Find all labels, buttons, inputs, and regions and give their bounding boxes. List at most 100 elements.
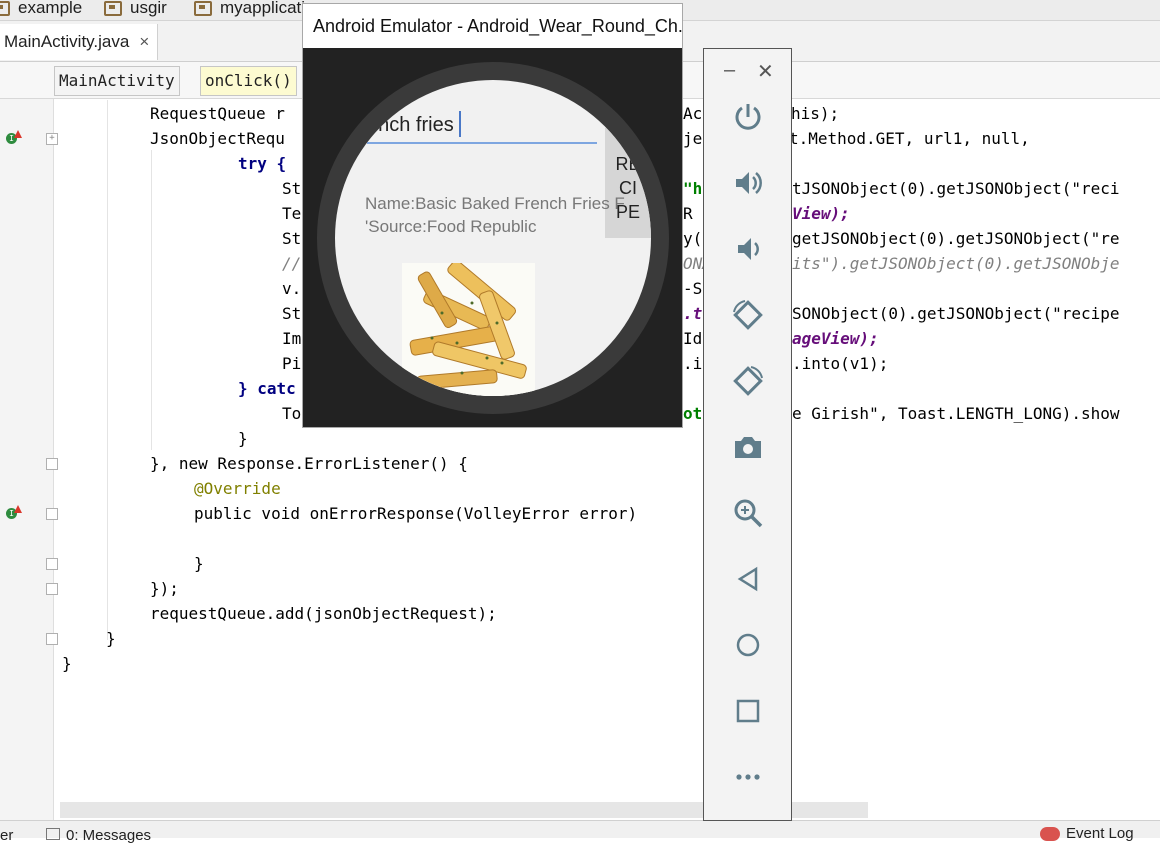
fold-marker-icon[interactable] — [46, 458, 58, 470]
more-icon — [736, 774, 760, 780]
code-line[interactable]: St — [282, 176, 301, 201]
recipe-source-text: 'Source:Food Republic — [365, 217, 537, 236]
more-button[interactable] — [728, 757, 768, 797]
code-line[interactable]: v. — [282, 276, 301, 301]
code-line[interactable]: To — [282, 401, 301, 426]
breadcrumb-item-example[interactable]: example — [0, 0, 82, 19]
indent-guide — [151, 150, 152, 450]
code-fragment: Id — [683, 329, 703, 348]
tab-mainactivity[interactable]: MainActivity.java × — [0, 24, 159, 60]
code-line[interactable]: Pi — [282, 351, 301, 376]
recipe-search-input[interactable] — [367, 108, 597, 144]
fold-expand-icon[interactable]: + — [46, 133, 58, 145]
french-fries-image — [402, 263, 535, 396]
code-fragment: View); — [792, 204, 850, 223]
code-line[interactable]: Im — [282, 326, 301, 351]
code-fragment: R — [683, 204, 693, 223]
rotate-right-icon — [733, 366, 763, 396]
volume-down-icon — [738, 238, 759, 260]
code-line[interactable]: } — [62, 651, 72, 676]
emulator-title[interactable]: Android Emulator - Android_Wear_Round_Ch… — [303, 4, 682, 48]
button-label-line: T — [622, 130, 634, 150]
messages-label: 0: Messages — [66, 827, 152, 844]
override-arrow-icon — [14, 505, 22, 513]
structure-method-chip[interactable]: onClick() — [200, 66, 297, 96]
button-label-line: RE — [615, 154, 641, 174]
breadcrumb-label: example — [18, 0, 83, 17]
close-icon[interactable]: × — [139, 32, 149, 52]
code-line[interactable]: } — [238, 426, 248, 451]
home-button[interactable] — [728, 625, 768, 665]
camera-icon — [735, 437, 761, 458]
structure-class-chip[interactable]: MainActivity — [54, 66, 180, 96]
breadcrumb-item-myapplication[interactable]: myapplicati... — [194, 0, 319, 19]
code-fragment: SONObject(0).getJSONObject("recipe — [792, 304, 1120, 323]
screenshot-button[interactable] — [728, 427, 768, 467]
back-button[interactable] — [728, 559, 768, 599]
fold-marker-icon[interactable] — [46, 508, 58, 520]
code-line[interactable]: RequestQueue r — [150, 101, 285, 126]
indent-guide — [107, 100, 108, 640]
recipe-result: Name:Basic Baked French Fries F 'Source:… — [365, 192, 635, 238]
zoom-icon — [734, 499, 763, 528]
event-log-button[interactable]: Event Log — [1040, 825, 1134, 842]
status-bar: er 0: Messages Event Log — [0, 820, 1160, 844]
volume-up-icon — [736, 172, 762, 194]
back-icon — [737, 566, 758, 592]
rotate-left-icon — [733, 300, 763, 330]
emulator-control-panel: – ✕ — [703, 48, 792, 821]
home-icon — [736, 633, 760, 657]
code-line[interactable]: St — [282, 301, 301, 326]
code-line[interactable]: public void onErrorResponse(VolleyError … — [194, 501, 637, 526]
power-button[interactable] — [728, 97, 768, 137]
minimize-icon[interactable]: – — [724, 59, 735, 82]
close-icon[interactable]: ✕ — [757, 59, 774, 84]
code-line[interactable]: requestQueue.add(jsonObjectRequest); — [150, 601, 497, 626]
fold-marker-icon[interactable] — [46, 558, 58, 570]
tab-label: MainActivity.java — [4, 32, 130, 51]
code-line[interactable]: try { — [238, 151, 286, 176]
messages-icon — [46, 828, 60, 840]
code-line[interactable]: } — [106, 626, 116, 651]
code-line[interactable]: } catc — [238, 376, 296, 401]
code-line[interactable]: }); — [150, 576, 179, 601]
event-log-label: Event Log — [1066, 825, 1134, 842]
zoom-button[interactable] — [728, 493, 768, 533]
code-fragment: its").getJSONObject(0).getJSONObje — [792, 254, 1120, 273]
rotate-right-button[interactable] — [728, 361, 768, 401]
folder-icon — [104, 0, 122, 16]
code-line[interactable]: // — [282, 251, 301, 276]
fold-marker-icon[interactable] — [46, 583, 58, 595]
code-fragment: tJSONObject(0).getJSONObject("reci — [792, 179, 1120, 198]
code-line[interactable]: JsonObjectRequ — [150, 126, 285, 151]
code-fragment: .i — [683, 354, 703, 373]
text-cursor — [459, 111, 461, 137]
overview-button[interactable] — [728, 691, 768, 731]
folder-icon — [0, 0, 10, 16]
status-fragment: er — [0, 827, 14, 844]
code-fragment: .into(v1); — [792, 354, 889, 373]
fold-marker-icon[interactable] — [46, 633, 58, 645]
code-line[interactable]: @Override — [194, 476, 281, 501]
code-fragment: ot — [683, 404, 703, 423]
messages-tool-button[interactable]: 0: Messages — [46, 827, 151, 844]
recipe-name-text: Name:Basic Baked French Fries F — [365, 194, 625, 213]
code-fragment: getJSONObject(0).getJSONObject("re — [792, 229, 1120, 248]
watch-screen: T RE CI PE Name:Basic Baked French Fries… — [335, 80, 651, 396]
code-line[interactable]: St — [282, 226, 301, 251]
code-line[interactable]: }, new Response.ErrorListener() { — [150, 451, 468, 476]
override-arrow-icon — [14, 130, 22, 138]
code-fragment: his); — [791, 104, 840, 123]
volume-up-button[interactable] — [728, 163, 768, 203]
recipe-image — [402, 263, 535, 396]
breadcrumb-item-usgir[interactable]: usgir — [104, 0, 167, 19]
volume-down-button[interactable] — [728, 229, 768, 269]
code-line[interactable]: } — [194, 551, 204, 576]
folder-icon — [194, 0, 212, 16]
code-fragment: ageView); — [792, 329, 879, 348]
emulator-window: Android Emulator - Android_Wear_Round_Ch… — [302, 3, 683, 428]
rotate-left-button[interactable] — [728, 295, 768, 335]
code-line[interactable]: Te — [282, 201, 301, 226]
power-icon — [735, 104, 761, 130]
code-fragment: e Girish", Toast.LENGTH_LONG).show — [792, 404, 1120, 423]
